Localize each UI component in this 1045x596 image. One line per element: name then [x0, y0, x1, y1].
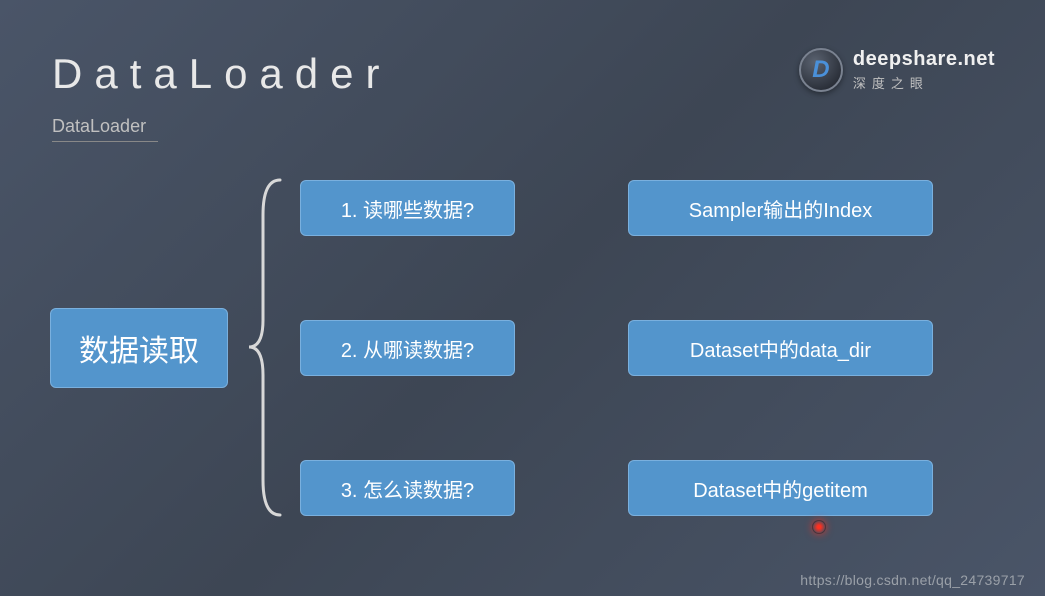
- slide-header: DataLoader DataLoader: [52, 50, 392, 142]
- slide-subtitle: DataLoader: [52, 116, 158, 142]
- logo-brand: deepshare.net: [853, 48, 995, 71]
- answer-box-1: Sampler输出的Index: [628, 180, 933, 236]
- question-box-3: 3. 怎么读数据?: [300, 460, 515, 516]
- logo-tagline: 深度之眼: [853, 73, 995, 92]
- laser-pointer-icon: [812, 520, 826, 534]
- diagram: 数据读取 1. 读哪些数据? Sampler输出的Index 2. 从哪读数据?…: [50, 180, 995, 556]
- question-box-1: 1. 读哪些数据?: [300, 180, 515, 236]
- watermark: https://blog.csdn.net/qq_24739717: [800, 572, 1025, 588]
- root-node: 数据读取: [50, 308, 228, 388]
- slide-title: DataLoader: [52, 50, 392, 98]
- answer-box-3: Dataset中的getitem: [628, 460, 933, 516]
- logo-icon: D: [799, 48, 843, 92]
- answer-box-2: Dataset中的data_dir: [628, 320, 933, 376]
- question-box-2: 2. 从哪读数据?: [300, 320, 515, 376]
- brand-logo: D deepshare.net 深度之眼: [799, 48, 995, 92]
- logo-letter: D: [812, 56, 829, 84]
- brace-icon: [245, 175, 285, 520]
